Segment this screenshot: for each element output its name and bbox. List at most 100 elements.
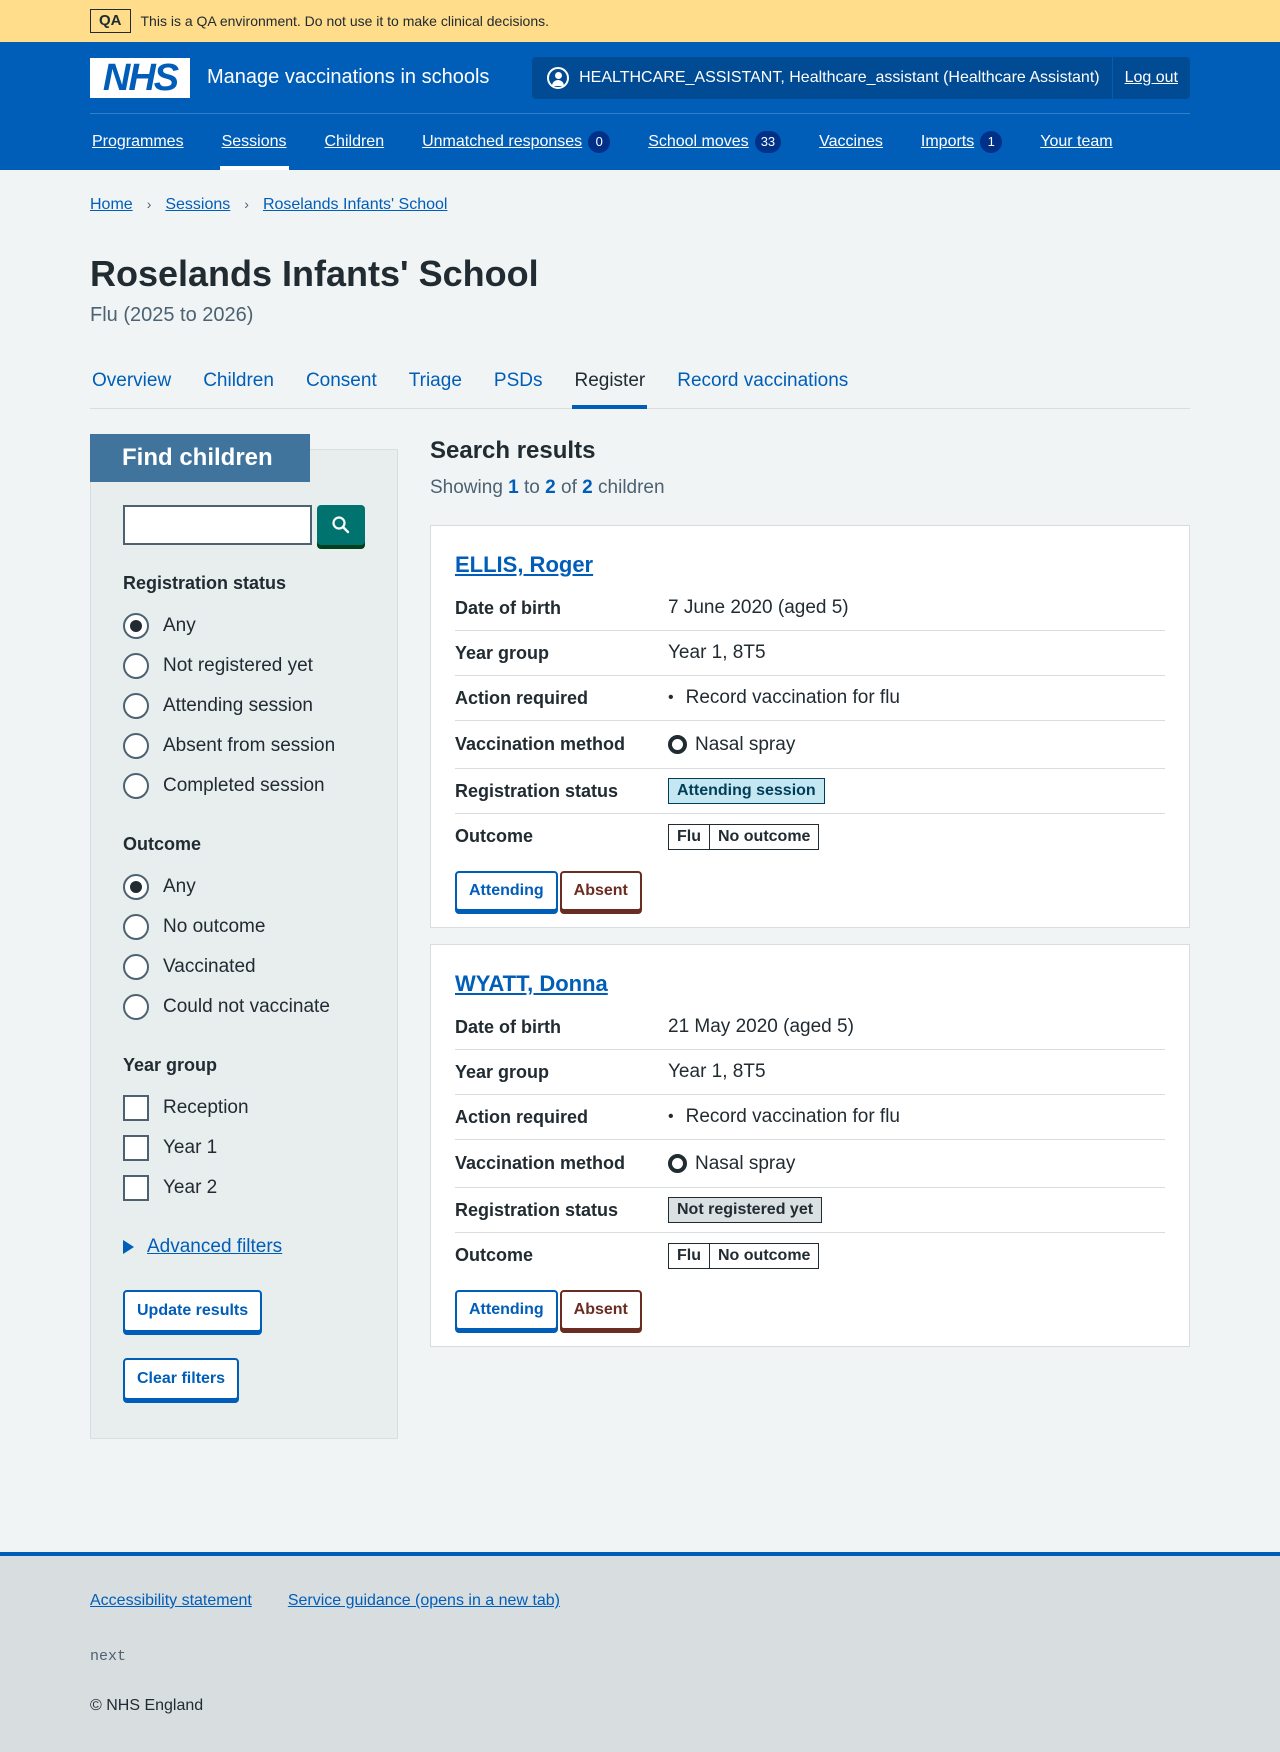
outcome-filter: Outcome Any No outcome Vaccinated Could … [123, 834, 365, 1027]
checkbox-option[interactable]: Year 2 [123, 1168, 365, 1208]
qa-banner-text: This is a QA environment. Do not use it … [140, 13, 550, 29]
nav-item-your-team[interactable]: Your team [1038, 114, 1114, 170]
nav-item-imports[interactable]: Imports 1 [919, 114, 1004, 170]
programme-tag: Flu [668, 823, 710, 850]
summary-key: Vaccination method [455, 734, 626, 754]
summary-key: Vaccination method [455, 1153, 626, 1173]
tab-psds[interactable]: PSDs [492, 353, 545, 408]
filters-heading: Find children [90, 434, 310, 482]
chevron-right-icon: › [146, 196, 152, 212]
radio-option[interactable]: Completed session [123, 766, 365, 806]
radio-button[interactable] [123, 693, 149, 719]
nav-item-vaccines[interactable]: Vaccines [817, 114, 885, 170]
radio-button[interactable] [123, 994, 149, 1020]
radio-option[interactable]: Vaccinated [123, 947, 365, 987]
search-results: Search results Showing 1 to 2 of 2 child… [430, 434, 1190, 1439]
breadcrumb-sessions[interactable]: Sessions [165, 196, 230, 214]
radio-button[interactable] [123, 733, 149, 759]
outcome-tag: No outcome [710, 1242, 820, 1269]
summary-key: Date of birth [455, 1016, 561, 1037]
update-results-button[interactable]: Update results [123, 1290, 263, 1332]
qa-banner: QA This is a QA environment. Do not use … [0, 0, 1280, 42]
absent-button[interactable]: Absent [559, 871, 642, 911]
tab-triage[interactable]: Triage [407, 353, 464, 408]
tab-children[interactable]: Children [201, 353, 276, 408]
attending-button[interactable]: Attending [455, 1290, 558, 1330]
results-count: Showing 1 to 2 of 2 children [430, 477, 665, 498]
advanced-filters-toggle[interactable]: Advanced filters [123, 1236, 365, 1258]
outcome-tag: No outcome [710, 823, 820, 850]
radio-option[interactable]: Not registered yet [123, 646, 365, 686]
chevron-right-icon: › [244, 196, 249, 212]
radio-button[interactable] [123, 653, 149, 679]
summary-key: Outcome [455, 1245, 534, 1265]
nhs-logo[interactable]: NHS [90, 57, 190, 98]
radio-button[interactable] [123, 613, 149, 639]
summary-key: Registration status [455, 780, 619, 801]
year-group-filter: Year group Reception Year 1 Year 2 [123, 1055, 365, 1208]
primary-nav: Programmes Sessions Children Unmatched r… [90, 114, 1190, 170]
checkbox[interactable] [123, 1175, 149, 1201]
nasal-spray-icon [668, 735, 687, 754]
triangle-right-icon [123, 1240, 134, 1254]
date-of-birth: 7 June 2020 (aged 5) [668, 597, 849, 618]
user-icon [547, 66, 570, 89]
radio-button[interactable] [123, 874, 149, 900]
programme-tag: Flu [668, 1242, 710, 1269]
registration-status-tag: Not registered yet [668, 1197, 823, 1223]
tab-overview[interactable]: Overview [90, 353, 173, 408]
radio-option[interactable]: Could not vaccinate [123, 987, 365, 1027]
page-caption: Flu (2025 to 2026) [90, 304, 254, 326]
nav-item-unmatched-responses[interactable]: Unmatched responses 0 [420, 114, 612, 170]
summary-key: Outcome [455, 826, 534, 846]
bullet-icon: • [668, 689, 674, 706]
year-group: Year 1, 8T5 [668, 642, 766, 663]
breadcrumb-home[interactable]: Home [90, 196, 133, 214]
registration-status-tag: Attending session [668, 778, 825, 804]
radio-option[interactable]: Any [123, 867, 365, 907]
logout-link[interactable]: Log out [1125, 69, 1178, 87]
breadcrumb-school[interactable]: Roselands Infants' School [263, 196, 448, 214]
header: NHS Manage vaccinations in schools HEALT… [0, 42, 1280, 170]
summary-key: Date of birth [455, 597, 561, 618]
nav-item-programmes[interactable]: Programmes [90, 114, 186, 170]
vaccination-method: Nasal spray [695, 733, 796, 755]
search-button[interactable] [317, 505, 365, 545]
child-name-link[interactable]: ELLIS, Roger [455, 552, 593, 577]
bullet-icon: • [668, 1108, 674, 1125]
tab-register[interactable]: Register [572, 353, 647, 409]
date-of-birth: 21 May 2020 (aged 5) [668, 1016, 854, 1037]
nav-item-school-moves[interactable]: School moves 33 [646, 114, 783, 170]
account-user: HEALTHCARE_ASSISTANT, Healthcare_assista… [532, 56, 1113, 99]
footer-link-service-guidance[interactable]: Service guidance (opens in a new tab) [288, 1592, 560, 1610]
summary-key: Year group [455, 642, 550, 663]
tab-consent[interactable]: Consent [304, 353, 379, 408]
radio-option[interactable]: No outcome [123, 907, 365, 947]
radio-button[interactable] [123, 954, 149, 980]
tab-record-vaccinations[interactable]: Record vaccinations [675, 353, 850, 408]
nav-item-children[interactable]: Children [323, 114, 387, 170]
copyright: © NHS England [90, 1697, 204, 1714]
results-heading: Search results [430, 437, 596, 464]
nav-item-sessions[interactable]: Sessions [219, 114, 289, 170]
account-bar: HEALTHCARE_ASSISTANT, Healthcare_assista… [532, 56, 1190, 99]
radio-button[interactable] [123, 773, 149, 799]
checkbox-option[interactable]: Reception [123, 1088, 365, 1128]
radio-button[interactable] [123, 914, 149, 940]
checkbox[interactable] [123, 1095, 149, 1121]
radio-option[interactable]: Any [123, 606, 365, 646]
child-name-link[interactable]: WYATT, Donna [455, 971, 608, 996]
checkbox[interactable] [123, 1135, 149, 1161]
search-input[interactable] [123, 505, 313, 545]
footer: Accessibility statement Service guidance… [0, 1552, 1280, 1752]
service-name[interactable]: Manage vaccinations in schools [207, 66, 489, 89]
search-icon [332, 516, 350, 534]
absent-button[interactable]: Absent [559, 1290, 642, 1330]
footer-link-accessibility[interactable]: Accessibility statement [90, 1592, 252, 1610]
attending-button[interactable]: Attending [455, 871, 558, 911]
radio-option[interactable]: Attending session [123, 686, 365, 726]
qa-tag: QA [90, 9, 131, 33]
radio-option[interactable]: Absent from session [123, 726, 365, 766]
checkbox-option[interactable]: Year 1 [123, 1128, 365, 1168]
clear-filters-button[interactable]: Clear filters [123, 1358, 240, 1400]
